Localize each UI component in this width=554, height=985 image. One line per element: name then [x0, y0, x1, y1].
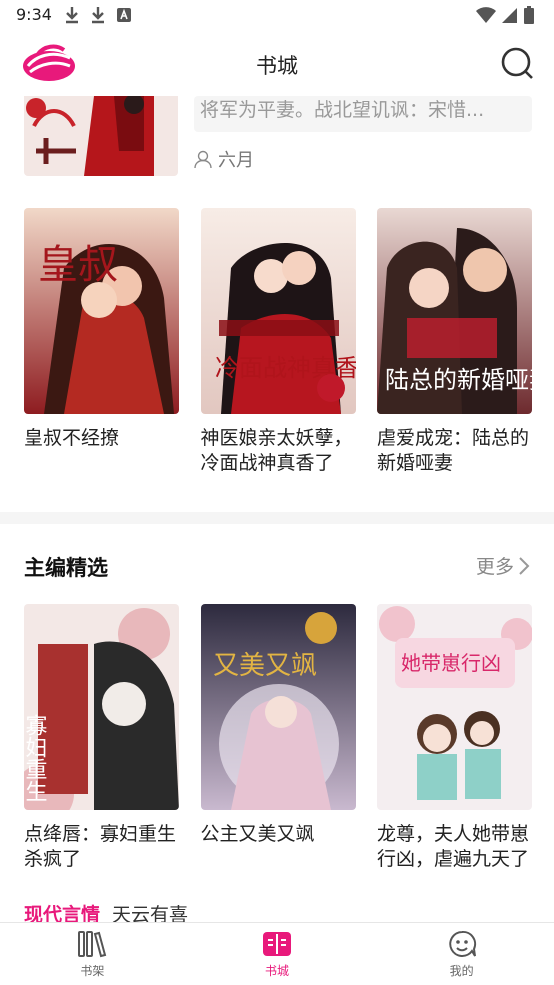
- book-cover[interactable]: [24, 96, 178, 176]
- book-cover[interactable]: 皇叔: [24, 208, 179, 414]
- book-cover[interactable]: 又美又飒: [200, 604, 356, 810]
- status-time: 9:34: [16, 5, 52, 24]
- status-bar: 9:34: [0, 0, 554, 32]
- battery-icon: [524, 6, 534, 24]
- tab-label: 书架: [80, 964, 105, 978]
- book-cover[interactable]: 寡妇重生: [24, 604, 179, 810]
- book-cover[interactable]: 她带崽行凶: [377, 604, 532, 810]
- book-title: 龙尊，夫人她带崽行凶，虐遍九天了: [377, 823, 530, 870]
- book-title: 神医娘亲太妖孽，冷面战神真香了: [200, 427, 353, 474]
- book-title: 点绛唇：寡妇重生杀疯了: [24, 823, 177, 870]
- book-card[interactable]: 陆总的新婚哑妻 虐爱成宠：陆总的新婚哑妻: [377, 208, 532, 476]
- app-header: 书城: [0, 32, 554, 96]
- user-icon: [194, 150, 212, 168]
- tab-bar: 书架 书城 我的: [0, 922, 554, 985]
- book-cover[interactable]: 冷面战神真香了: [200, 208, 356, 414]
- book-author: 六月: [194, 146, 254, 172]
- book-card[interactable]: 冷面战神真香了 神医娘亲太妖孽，冷面战神真香了: [200, 208, 356, 476]
- section-divider: [0, 512, 554, 524]
- cover-title-text: 寡妇重生: [24, 714, 48, 802]
- tab-bookshelf[interactable]: 书架: [0, 923, 185, 985]
- author-name: 六月: [218, 150, 254, 171]
- book-title: 公主又美又飒: [200, 823, 315, 845]
- book-row-editor-picks: 寡妇重生 点绛唇：寡妇重生杀疯了 又美又飒 公主又美又飒 她带崽行凶 龙尊，夫人…: [24, 604, 532, 872]
- book-description-text: 将军为平妻。战北望讥讽：宋惜...: [200, 99, 485, 121]
- notification-icons: [64, 6, 132, 24]
- tab-label: 我的: [449, 964, 474, 978]
- tab-profile[interactable]: 我的: [369, 923, 554, 985]
- cover-title-text: 陆总的新婚哑妻: [385, 366, 532, 394]
- book-title: 皇叔不经撩: [24, 427, 120, 449]
- book-title: 虐爱成宠：陆总的新婚哑妻: [377, 427, 530, 474]
- page-title: 书城: [256, 54, 298, 78]
- keyboard-a-icon: [117, 8, 131, 22]
- book-card[interactable]: 皇叔 皇叔不经撩: [24, 208, 179, 476]
- book-card[interactable]: 寡妇重生 点绛唇：寡妇重生杀疯了: [24, 604, 179, 872]
- signal-icon: [502, 8, 517, 23]
- more-label: 更多: [475, 556, 514, 578]
- chevron-right-icon: [519, 556, 530, 575]
- bookstore-icon: [263, 932, 291, 956]
- search-icon[interactable]: [500, 46, 534, 80]
- download-icon: [66, 7, 78, 24]
- tab-label: 书城: [265, 964, 290, 978]
- cover-title-text: 她带崽行凶: [401, 651, 501, 675]
- book-description[interactable]: 将军为平妻。战北望讥讽：宋惜...: [194, 96, 532, 132]
- tab-bookstore[interactable]: 书城: [185, 923, 370, 985]
- book-card[interactable]: 她带崽行凶 龙尊，夫人她带崽行凶，虐遍九天了: [377, 604, 532, 872]
- book-card[interactable]: 又美又飒 公主又美又飒: [200, 604, 356, 872]
- more-link[interactable]: 更多: [476, 552, 530, 579]
- section-title: 主编精选: [24, 556, 108, 580]
- bookshelf-icon: [78, 931, 107, 958]
- book-cover[interactable]: 陆总的新婚哑妻: [377, 208, 532, 414]
- cover-title-text: 又美又飒: [213, 651, 317, 681]
- smiley-profile-icon: [449, 930, 476, 957]
- system-icons: [476, 6, 534, 24]
- book-row-recommend: 皇叔 皇叔不经撩 冷面战神真香了 神医娘亲太妖孽，冷面战神真香了: [24, 208, 532, 476]
- wifi-icon: [476, 7, 496, 23]
- download-icon: [92, 7, 104, 24]
- cover-title-text: 皇叔: [38, 242, 118, 288]
